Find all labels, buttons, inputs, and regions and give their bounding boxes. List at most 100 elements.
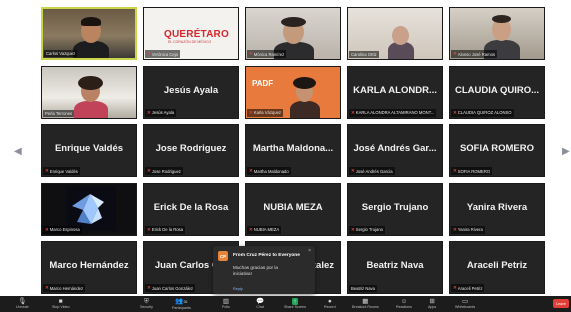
mic-muted-icon: ✕ [351,109,355,115]
chat-button[interactable]: 💬 Chat [256,296,264,312]
mic-muted-icon: ✕ [249,51,253,56]
apps-icon: ⊞ [429,298,435,305]
mic-muted-icon: ✕ [147,168,151,173]
participant-name: Jesús Ayala [163,84,219,96]
participant-tile[interactable]: ✕ Mónica Ramírez [245,7,341,60]
participant-tile[interactable]: Araceli Petriz ✕ Araceli Petriz [449,241,545,294]
mic-muted-icon: ✕ [453,226,457,232]
name-label: ✕ José Andrés García [349,167,395,175]
mic-muted-icon: ✕ [45,168,49,173]
participant-name: SOFIA ROMERO [459,143,535,154]
reply-link[interactable]: Reply [233,287,243,291]
whiteboards-button[interactable]: ▭ Whiteboards [455,296,475,312]
participant-name: NUBIA MEZA [263,201,323,213]
name-label: ✕ Alonso José Ramos [451,50,498,58]
name-label: ✕ Verónica Ceja [145,50,180,58]
stop-video-button[interactable]: ■ Stop Video [52,296,70,312]
participant-name: Sergio Trujano [361,201,429,213]
name-label: ✕ Jose Rodriguez [145,167,183,175]
mic-muted-icon: ✕ [147,109,151,115]
prev-page-arrow-icon[interactable]: ◀ [14,146,22,160]
name-label: ✕ Juan Carlos González [145,284,195,292]
mic-muted-icon: ✕ [147,226,151,232]
participant-tile[interactable]: ✕ Marco Espinosa [41,182,137,236]
participant-name: José Andrés Gar... [353,143,437,154]
mic-muted-icon: ✕ [453,168,457,173]
close-icon[interactable]: × [308,248,311,254]
queretaro-logo: QUERÉTARO [164,29,229,40]
mic-muted-icon: ✕ [147,285,151,290]
chat-notification[interactable]: CP From Cruz Pérez to Everyone Muchas gr… [213,246,315,294]
mic-muted-icon: ✕ [45,285,49,290]
participant-name: Araceli Petriz [466,260,528,271]
participant-tile[interactable]: ✕ Alonso José Ramos [449,7,545,60]
leave-button[interactable]: Leave [553,299,569,308]
participant-name: Erick De la Rosa [153,201,229,213]
name-label: ✕ Sergio Trujano [349,225,386,234]
smiley-icon: ☺ [400,298,408,305]
participant-name: Beatriz Nava [366,260,424,271]
security-button[interactable]: ⛨ Security [140,296,153,312]
participant-tile[interactable]: QUERÉTARO EL CORAZÓN DE MÉXICO ✕ Verónica… [143,7,239,60]
participant-name: CLAUDIA QUIRO... [454,84,540,96]
participant-tile[interactable]: Carlos Vazquez [41,7,137,60]
participant-tile[interactable]: KARLA ALONDR... ✕ KARLA ALONDRA ALTAMIRAN… [347,65,443,119]
name-label: ✕ CLAUDIA QUIROZ ALONSO [451,108,514,117]
polls-button[interactable]: ▥ Polls [222,296,230,312]
name-label: ✕ NUBIA MEZA [247,225,282,234]
participant-tile[interactable]: Beatriz Nava Beatriz Nava [347,241,443,294]
name-label: ✕ Martha Maldonado [247,167,291,175]
participant-tile[interactable]: Enrique Valdés ✕ Enrique Valdés [41,124,137,177]
queretaro-logo-subtitle: EL CORAZÓN DE MÉXICO [168,40,212,44]
chat-message: Muchas gracias por la iniciativa! [233,265,278,276]
participant-name: Martha Maldona... [252,143,334,154]
participant-tile[interactable]: Jose Rodriguez ✕ Jose Rodriguez [143,124,239,177]
participants-button[interactable]: 👥26 Participants [172,296,191,312]
participant-tile[interactable]: Yanira Rivera ✕ Yanira Rivera [449,182,545,236]
chat-bubble-icon: 💬 [256,298,265,305]
participant-tile[interactable]: Erick De la Rosa ✕ Erick De la Rosa [143,182,239,236]
participants-icon: 👥26 [175,297,188,305]
participant-name: Marco Hernández [49,260,129,271]
video-camera-icon: ■ [58,298,63,305]
name-label: ✕ Mónica Ramírez [247,50,287,58]
participant-name: KARLA ALONDR... [353,84,437,96]
mic-muted-icon: ✕ [453,51,457,56]
mic-muted-icon: ✕ [249,168,253,173]
participant-tile[interactable]: Carolina Ortiz [347,7,443,60]
unmute-button[interactable]: 🎙 Unmute [16,296,29,312]
mic-muted-icon: ✕ [453,285,457,290]
next-page-arrow-icon[interactable]: ▶ [562,146,570,160]
breakout-rooms-icon: ▦ [362,298,369,305]
participant-tile[interactable]: SOFIA ROMERO ✕ SOFIA ROMERO [449,124,545,177]
participant-name: Yanira Rivera [466,201,528,213]
name-label: ✕ Erick De la Rosa [145,225,185,234]
participant-name: Jose Rodriguez [155,143,227,154]
participant-tile[interactable]: Martha Maldona... ✕ Martha Maldonado [245,124,341,177]
name-label: ✕ SOFIA ROMERO [451,167,493,175]
participant-tile[interactable]: Marco Hernández ✕ Marco Hernández [41,241,137,294]
participant-tile[interactable]: Sergio Trujano ✕ Sergio Trujano [347,182,443,236]
participant-tile[interactable]: José Andrés Gar... ✕ José Andrés García [347,124,443,177]
reactions-button[interactable]: ☺ Reactions [396,296,412,312]
record-button[interactable]: ● Record [324,296,336,312]
breakout-rooms-button[interactable]: ▦ Breakout Rooms [352,296,379,312]
name-label: Carolina Ortiz [349,51,379,58]
mic-muted-icon: ✕ [351,226,355,232]
shield-icon: ⛨ [144,298,149,305]
participant-tile[interactable]: CLAUDIA QUIRO... ✕ CLAUDIA QUIROZ ALONSO [449,65,545,119]
padf-logo: PADF [252,78,274,88]
mic-muted-icon: ✕ [351,168,355,173]
participant-tile[interactable]: Jesús Ayala ✕ Jesús Ayala [143,65,239,119]
participant-tile[interactable]: PADF ✕ Karla Vázquez [245,65,341,119]
name-label: ✕ Marco Hernández [43,284,86,292]
share-screen-button[interactable]: ↑ Share Screen [284,296,306,312]
apps-button[interactable]: ⊞ Apps [428,296,436,312]
name-label: Beatriz Nava [349,285,377,292]
participant-tile[interactable]: NUBIA MEZA ✕ NUBIA MEZA [245,182,341,236]
name-label: ✕ Araceli Petriz [451,284,485,292]
participant-tile[interactable]: Perla Terrones [41,65,137,119]
whiteboard-icon: ▭ [462,298,469,305]
share-screen-icon: ↑ [291,298,299,305]
name-label: Perla Terrones [43,109,75,117]
